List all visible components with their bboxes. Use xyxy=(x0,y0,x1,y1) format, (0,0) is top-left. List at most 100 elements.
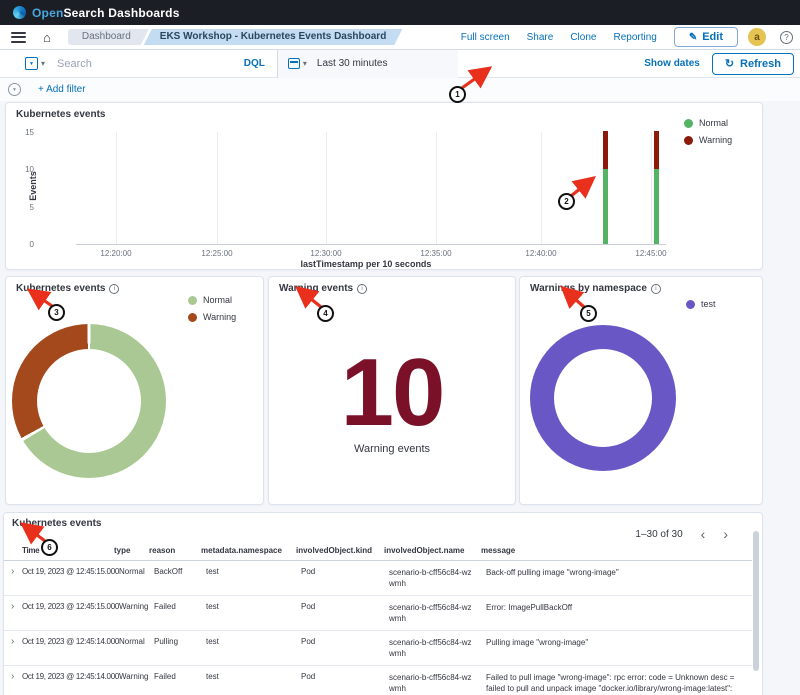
legend-item-normal[interactable]: Normal xyxy=(188,295,236,305)
expand-row-icon[interactable]: › xyxy=(11,602,22,611)
home-icon[interactable]: ⌂ xyxy=(43,31,51,44)
cell-namespace: test xyxy=(206,672,301,681)
annotation-4: 4 xyxy=(317,305,334,322)
column-header-name[interactable]: involvedObject.name xyxy=(384,545,481,556)
table-row: › Oct 19, 2023 @ 12:45:15.000 Normal Bac… xyxy=(4,561,752,596)
next-page-icon[interactable]: › xyxy=(723,527,728,541)
column-header-type[interactable]: type xyxy=(114,546,149,555)
legend-item-normal[interactable]: Normal xyxy=(684,118,732,128)
panel-title-text: Kubernetes events xyxy=(16,283,105,294)
add-filter-link[interactable]: + Add filter xyxy=(38,84,86,95)
expand-row-icon[interactable]: › xyxy=(11,672,22,681)
legend-dot-warning xyxy=(684,136,693,145)
x-tick: 12:25:00 xyxy=(187,249,247,258)
date-picker[interactable]: ▾ Last 30 minutes xyxy=(277,50,458,78)
show-dates-link[interactable]: Show dates xyxy=(644,58,700,69)
menu-icon[interactable] xyxy=(11,32,26,43)
calendar-icon[interactable] xyxy=(288,58,300,69)
scrollbar[interactable] xyxy=(753,531,759,671)
chevron-down-icon[interactable]: ▾ xyxy=(303,59,307,68)
filter-options-icon[interactable]: ▼ xyxy=(8,83,21,96)
column-header-namespace[interactable]: metadata.namespace xyxy=(201,546,296,555)
expand-row-icon[interactable]: › xyxy=(11,567,22,576)
expand-row-icon[interactable]: › xyxy=(11,637,22,646)
refresh-button[interactable]: ↻Refresh xyxy=(712,53,794,75)
metric-label: Warning events xyxy=(269,443,515,455)
x-axis-label: lastTimestamp per 10 seconds xyxy=(221,259,511,269)
panel-title-text: Warning events xyxy=(279,283,353,294)
column-header-time[interactable]: Time▼ xyxy=(22,546,114,555)
filter-bar: ▼ + Add filter xyxy=(0,78,800,101)
previous-page-icon[interactable]: ‹ xyxy=(701,527,706,541)
avatar[interactable]: a xyxy=(748,28,766,46)
histogram-bar[interactable] xyxy=(654,131,659,244)
cell-namespace: test xyxy=(206,637,301,646)
annotation-6: 6 xyxy=(41,539,58,556)
cell-type: Warning xyxy=(119,602,154,611)
nav-bar: ⌂ Dashboard EKS Workshop - Kubernetes Ev… xyxy=(0,25,800,50)
legend-dot-test xyxy=(686,300,695,309)
chevron-down-icon[interactable]: ▾ xyxy=(41,59,45,68)
donut-legend: test xyxy=(686,299,716,309)
column-header-kind[interactable]: involvedObject.kind xyxy=(296,546,384,555)
cell-time: Oct 19, 2023 @ 12:45:14.000 xyxy=(22,672,119,681)
histogram-bar[interactable] xyxy=(603,131,608,244)
legend-item-warning[interactable]: Warning xyxy=(188,312,236,322)
panel-warnings-by-namespace: Warnings by namespace i test xyxy=(519,276,763,505)
share-link[interactable]: Share xyxy=(527,32,554,43)
search-input[interactable]: Search xyxy=(57,58,244,70)
cell-namespace: test xyxy=(206,567,301,576)
x-tick: 12:20:00 xyxy=(86,249,146,258)
help-icon[interactable]: ? xyxy=(780,31,793,44)
cell-time: Oct 19, 2023 @ 12:45:15.000 xyxy=(22,567,119,576)
events-donut-chart[interactable] xyxy=(12,324,166,478)
info-icon[interactable]: i xyxy=(651,284,661,294)
table-row: › Oct 19, 2023 @ 12:45:14.000 Normal Pul… xyxy=(4,631,752,666)
donut-hole xyxy=(37,349,141,453)
edit-button-label: Edit xyxy=(702,31,723,43)
cell-name: scenario-b-cff56c84-wzwmh xyxy=(389,602,486,624)
legend-item-warning[interactable]: Warning xyxy=(684,135,732,145)
cell-time: Oct 19, 2023 @ 12:45:15.000 xyxy=(22,602,119,611)
panel-title: Kubernetes events i xyxy=(16,283,119,294)
cell-name: scenario-b-cff56c84-wzwmh xyxy=(389,672,486,694)
x-tick: 12:45:00 xyxy=(621,249,681,258)
cell-reason: BackOff xyxy=(154,567,206,576)
donut-legend: Normal Warning xyxy=(188,295,236,322)
x-tick: 12:35:00 xyxy=(406,249,466,258)
cell-message: Failed to pull image "wrong-image": rpc … xyxy=(486,672,752,695)
column-header-message[interactable]: message xyxy=(481,545,752,556)
panel-kubernetes-events-donut: Kubernetes events i Normal Warning xyxy=(5,276,264,505)
pencil-icon: ✎ xyxy=(689,32,697,43)
panel-title-text: Warnings by namespace xyxy=(530,283,647,294)
legend-dot-normal xyxy=(684,119,693,128)
query-language-button[interactable]: DQL xyxy=(244,58,265,69)
y-tick: 15 xyxy=(14,128,34,137)
info-icon[interactable]: i xyxy=(109,284,119,294)
cell-kind: Pod xyxy=(301,567,389,576)
clone-link[interactable]: Clone xyxy=(570,32,596,43)
refresh-icon: ↻ xyxy=(725,57,734,70)
breadcrumb-dashboard[interactable]: Dashboard xyxy=(68,29,149,45)
info-icon[interactable]: i xyxy=(357,284,367,294)
panel-warning-events-metric: Warning events i 10 Warning events xyxy=(268,276,516,505)
time-range-value[interactable]: Last 30 minutes xyxy=(317,58,388,69)
table-header-row: Time▼ type reason metadata.namespace inv… xyxy=(4,542,752,561)
legend-item-test[interactable]: test xyxy=(686,299,716,309)
cell-reason: Pulling xyxy=(154,637,206,646)
panel-title: Warnings by namespace i xyxy=(530,283,661,294)
full-screen-link[interactable]: Full screen xyxy=(461,32,510,43)
panel-title: Kubernetes events xyxy=(12,518,101,529)
panel-title: Kubernetes events xyxy=(16,109,105,120)
namespace-donut-chart[interactable] xyxy=(530,325,676,471)
edit-button[interactable]: ✎ Edit xyxy=(674,27,738,47)
histogram-plot[interactable] xyxy=(76,132,666,245)
column-header-reason[interactable]: reason xyxy=(149,546,201,555)
reporting-link[interactable]: Reporting xyxy=(613,32,656,43)
saved-query-icon[interactable]: ▼ xyxy=(25,57,38,70)
cell-type: Normal xyxy=(119,637,154,646)
query-bar: ▼ ▾ Search DQL ▾ Last 30 minutes Show da… xyxy=(0,50,800,78)
panel-kubernetes-events-histogram: Kubernetes events Events 15 10 5 0 12:20… xyxy=(5,102,763,270)
metric-value: 10 xyxy=(269,345,515,441)
annotation-5: 5 xyxy=(580,305,597,322)
